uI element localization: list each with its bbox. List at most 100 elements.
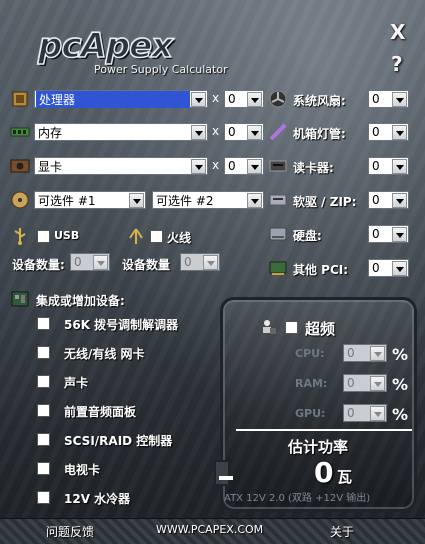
usb-count-select[interactable]: 0 (70, 253, 110, 271)
chevron-down-icon (392, 192, 407, 208)
gpu-oc-label: GPU: (295, 407, 326, 420)
chevron-down-icon (247, 124, 262, 140)
overclock-checkbox[interactable] (285, 321, 298, 334)
pci-card-icon (268, 258, 288, 278)
integrated-item-label: 前置音频面板 (64, 405, 137, 419)
integrated-title: 集成或增加设备: (36, 294, 125, 308)
fan-label: 系统风扇: (293, 94, 346, 108)
chevron-down-icon (191, 158, 206, 174)
card-reader-select[interactable]: 0 (368, 157, 409, 175)
website-link[interactable]: WWW.PCAPEX.COM (156, 523, 263, 536)
integrated-item-label: SCSI/RAID 控制器 (64, 434, 173, 448)
integrated-item-checkbox[interactable] (37, 491, 50, 504)
integrated-item-checkbox[interactable] (37, 317, 50, 330)
card-reader-label: 读卡器: (293, 161, 334, 175)
usb-checkbox[interactable] (37, 230, 50, 243)
watts-value: 0 (314, 456, 334, 489)
firewire-checkbox[interactable] (150, 230, 163, 243)
chevron-down-icon (392, 91, 407, 107)
video-select[interactable]: 显卡 (34, 157, 208, 175)
chevron-down-icon (247, 192, 262, 208)
estimate-label: 估计功率 (288, 438, 349, 456)
floppy-zip-icon (268, 190, 288, 210)
chevron-down-icon (203, 254, 218, 270)
atx-note: ATX 12V 2.0 (双路 +12V 输出) (224, 493, 371, 504)
card-reader-icon (268, 156, 288, 176)
cpu-select[interactable]: 处理器 (34, 90, 208, 108)
firewire-count-label: 设备数量 (122, 258, 171, 272)
firewire-count-select[interactable]: 0 (180, 253, 220, 271)
app-subtitle: Power Supply Calculator (94, 63, 228, 76)
panel-notch (214, 460, 233, 486)
cpu-oc-label: CPU: (295, 347, 325, 360)
memory-icon (10, 122, 30, 142)
usb-label: USB (54, 229, 80, 242)
memory-select[interactable]: 内存 (34, 123, 208, 141)
chevron-down-icon (370, 345, 385, 361)
chevron-down-icon (392, 260, 407, 276)
overclock-label: 超频 (305, 320, 336, 338)
chevron-down-icon (247, 158, 262, 174)
watts-unit: 瓦 (337, 468, 353, 486)
close-button[interactable]: X (390, 20, 405, 44)
integrated-item-checkbox[interactable] (37, 433, 50, 446)
integrated-item-checkbox[interactable] (37, 462, 50, 475)
logo-text: pcApex (37, 25, 174, 67)
ram-oc-unit: % (392, 375, 409, 394)
times-label: x (212, 124, 220, 138)
cpu-oc-select[interactable]: 0 (343, 344, 387, 362)
help-button[interactable]: ? (391, 52, 403, 76)
optional-1-select[interactable]: 可选件 #1 (34, 191, 146, 209)
times-label: x (212, 91, 220, 105)
integrated-item-checkbox[interactable] (37, 404, 50, 417)
chevron-down-icon (247, 91, 262, 107)
integrated-item-label: 56K 拨号调制解调器 (64, 318, 179, 332)
gpu-oc-unit: % (392, 405, 409, 424)
fan-icon (268, 89, 288, 109)
firewire-label: 火线 (167, 231, 192, 245)
case-light-select[interactable]: 0 (368, 123, 409, 141)
about-link[interactable]: 关于 (330, 523, 354, 540)
chevron-down-icon (392, 158, 407, 174)
integrated-item-checkbox[interactable] (37, 375, 50, 388)
optional-2-select[interactable]: 可选件 #2 (152, 191, 264, 209)
floppy-zip-label: 软驱 / ZIP: (293, 195, 357, 209)
pci-select[interactable]: 0 (368, 259, 409, 277)
memory-qty-select[interactable]: 0 (224, 123, 264, 141)
ram-oc-select[interactable]: 0 (343, 374, 387, 392)
chevron-down-icon (370, 375, 385, 391)
chevron-down-icon (191, 91, 206, 107)
chevron-down-icon (392, 124, 407, 140)
case-light-icon (268, 122, 288, 142)
hard-disk-label: 硬盘: (293, 229, 322, 243)
hard-disk-icon (268, 224, 288, 244)
chevron-down-icon (370, 405, 385, 421)
video-qty-select[interactable]: 0 (224, 157, 264, 175)
pci-label: 其他 PCI: (293, 263, 349, 277)
chevron-down-icon (392, 226, 407, 242)
usb-icon (10, 226, 30, 246)
cpu-icon (10, 89, 30, 109)
fan-select[interactable]: 0 (368, 90, 409, 108)
chevron-down-icon (129, 192, 144, 208)
hard-disk-select[interactable]: 0 (368, 225, 409, 243)
feedback-link[interactable]: 问题反馈 (46, 523, 94, 540)
chevron-down-icon (191, 124, 206, 140)
cpu-oc-unit: % (392, 345, 409, 364)
gpu-oc-select[interactable]: 0 (343, 404, 387, 422)
times-label: x (212, 158, 220, 172)
motherboard-icon (10, 289, 30, 309)
integrated-item-label: 12V 水冷器 (64, 492, 131, 506)
user-icon (258, 317, 278, 337)
pcapex-logo: pcApex Power Supply Calculator (30, 25, 230, 76)
integrated-item-checkbox[interactable] (37, 346, 50, 359)
cpu-qty-select[interactable]: 0 (224, 90, 264, 108)
chevron-down-icon (93, 254, 108, 270)
usb-count-label: 设备数量: (12, 258, 65, 272)
divider (236, 429, 412, 431)
floppy-zip-select[interactable]: 0 (368, 191, 409, 209)
integrated-item-label: 声卡 (64, 376, 89, 390)
firewire-icon (126, 226, 146, 246)
integrated-item-label: 无线/有线 网卡 (64, 347, 145, 361)
video-card-icon (10, 156, 30, 176)
